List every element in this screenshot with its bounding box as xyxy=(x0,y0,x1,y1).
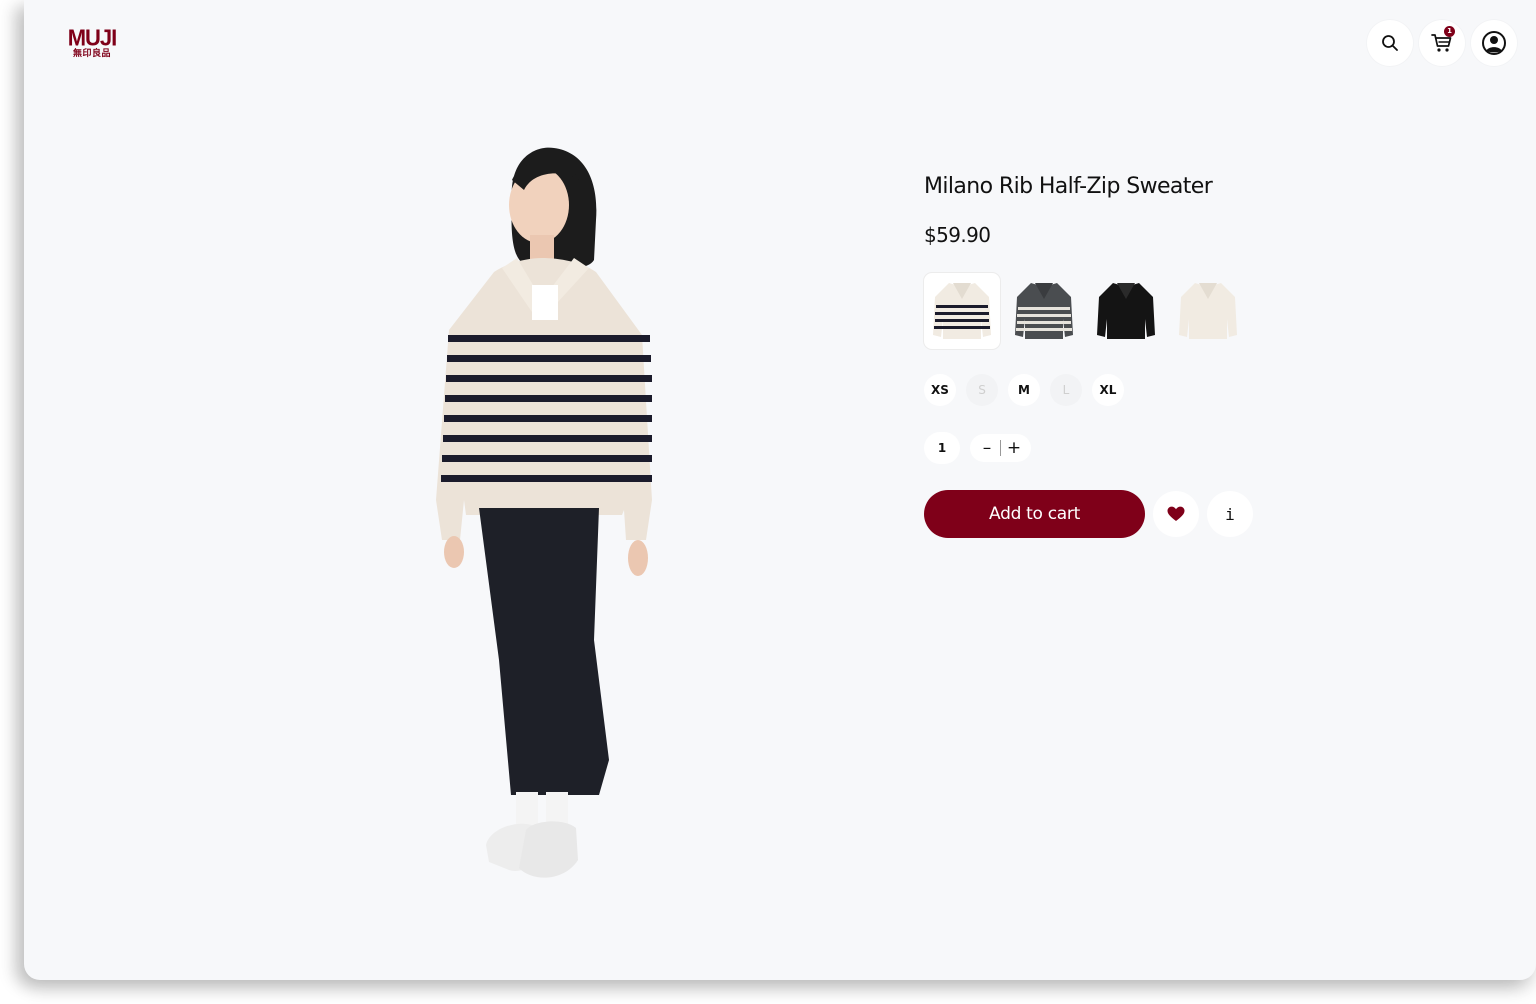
size-l[interactable]: L xyxy=(1050,374,1082,406)
logo-wordmark: MUJI xyxy=(67,24,118,51)
size-xl[interactable]: XL xyxy=(1092,374,1124,406)
info-icon: i xyxy=(1225,504,1235,524)
user-icon xyxy=(1482,31,1506,55)
quantity-stepper: – + xyxy=(970,434,1031,462)
size-selector: XS S M L XL xyxy=(924,374,1124,406)
heart-icon xyxy=(1167,506,1185,521)
account-button[interactable] xyxy=(1471,20,1517,66)
purchase-actions: Add to cart i xyxy=(924,490,1253,538)
color-swatches xyxy=(924,273,1246,349)
size-m[interactable]: M xyxy=(1008,374,1040,406)
app-window: MUJI 無印良品 1 Milano Rib Half-Zip Sweater … xyxy=(24,0,1536,980)
swatch-gray-stripe[interactable] xyxy=(1006,273,1082,349)
increment-button[interactable]: + xyxy=(1001,436,1027,460)
cart-count-badge: 1 xyxy=(1444,26,1455,37)
swatch-ecru-navy-stripe[interactable] xyxy=(924,273,1000,349)
swatch-black[interactable] xyxy=(1088,273,1164,349)
logo-kanji: 無印良品 xyxy=(72,49,111,59)
swatch-off-white[interactable] xyxy=(1170,273,1246,349)
search-icon xyxy=(1382,35,1398,51)
quantity-row: 1 – + xyxy=(924,432,1031,464)
info-button[interactable]: i xyxy=(1207,491,1253,537)
decrement-button[interactable]: – xyxy=(974,436,1000,460)
size-s[interactable]: S xyxy=(966,374,998,406)
search-button[interactable] xyxy=(1367,20,1413,66)
product-title: Milano Rib Half-Zip Sweater xyxy=(924,174,1213,199)
product-price: $59.90 xyxy=(924,223,991,247)
wishlist-button[interactable] xyxy=(1153,491,1199,537)
cart-button[interactable]: 1 xyxy=(1419,20,1465,66)
size-xs[interactable]: XS xyxy=(924,374,956,406)
muji-logo[interactable]: MUJI 無印良品 xyxy=(66,24,118,60)
product-model-image xyxy=(414,140,654,890)
add-to-cart-button[interactable]: Add to cart xyxy=(924,490,1145,538)
quantity-value: 1 xyxy=(924,432,960,464)
